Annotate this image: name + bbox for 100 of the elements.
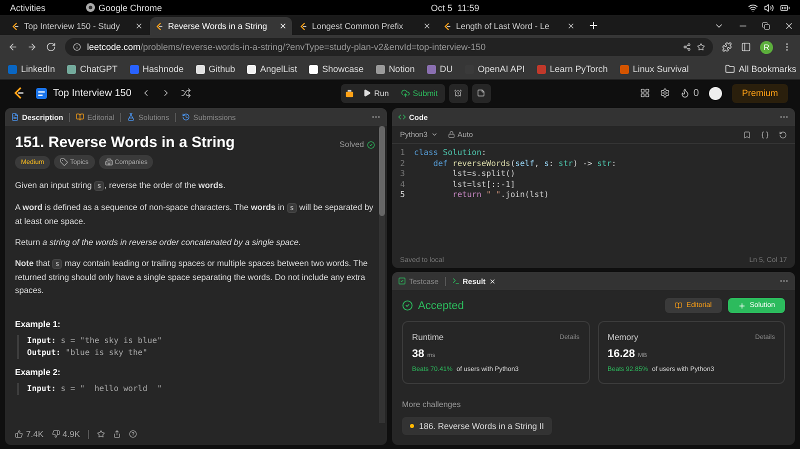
logo-icon (299, 22, 308, 30)
reset-icon[interactable] (779, 130, 787, 138)
thumbs-up-icon (15, 430, 23, 438)
book-icon (675, 302, 682, 309)
help-icon[interactable] (129, 430, 137, 438)
avatar-icon[interactable] (708, 86, 722, 100)
chevron-down-icon (430, 131, 438, 138)
all-bookmarks[interactable]: All Bookmarks (724, 64, 796, 74)
settings-icon[interactable] (660, 88, 670, 98)
problem-title: 151. Reverse Words in a String (15, 134, 235, 151)
address-field[interactable]: leetcode.com/problems/reverse-words-in-a-string/?envType=study-plan-v2&envId=top-interview-150 (65, 38, 713, 56)
problem-list-title[interactable]: Top Interview 150 (53, 88, 132, 98)
chrome-icon (86, 3, 95, 12)
browser-tab[interactable]: Reverse Words in a String (150, 17, 292, 35)
submit-button[interactable]: Submit (398, 84, 441, 102)
forward-icon[interactable] (27, 42, 37, 52)
play-icon (363, 89, 372, 97)
note-icon (477, 89, 486, 97)
example-line: Output: "blue is sky the" (27, 347, 148, 359)
timer-button[interactable] (448, 84, 468, 102)
streak-counter[interactable]: 0 (680, 88, 699, 98)
browser-tab[interactable]: Longest Common Prefix (294, 17, 436, 35)
lock-icon (448, 131, 455, 138)
history-icon (182, 113, 190, 121)
code-line: 1 class Solution: (399, 148, 488, 158)
info-icon[interactable] (73, 43, 81, 51)
bookmark-icon[interactable] (743, 130, 751, 138)
bookmark[interactable]: AngelList (247, 64, 298, 74)
example-title: Example 1: (15, 319, 62, 329)
bookmark[interactable]: Learn PyTorch (536, 64, 608, 74)
solved-status: Solved (340, 140, 375, 149)
dislike-button[interactable]: 4.9K (52, 429, 80, 439)
like-button[interactable]: 7.4K (15, 429, 44, 439)
challenge-link[interactable]: 186. Reverse Words in a String II (402, 417, 552, 435)
building-icon (104, 158, 113, 166)
restore-icon[interactable] (762, 22, 770, 30)
reload-icon[interactable] (46, 42, 56, 52)
close-icon[interactable] (135, 22, 143, 30)
code-line: 4 lst=lst[::-1] (399, 180, 516, 190)
list-icon (36, 88, 47, 98)
stat-value: 38 (412, 348, 424, 360)
run-button[interactable]: Run (360, 84, 392, 102)
browser-tab[interactable]: Top Interview 150 - Study (6, 17, 148, 35)
shuffle-icon[interactable] (181, 88, 192, 98)
result-status: Accepted (402, 300, 464, 312)
close-icon[interactable] (567, 22, 575, 30)
notes-button[interactable] (472, 84, 491, 102)
bookmark[interactable]: Github (196, 64, 236, 74)
layout-icon[interactable] (640, 88, 650, 98)
stat-title: Runtime (412, 332, 444, 342)
section-title: More challenges (402, 400, 462, 409)
tag-icon (60, 158, 68, 166)
code-icon (398, 113, 406, 121)
close-icon[interactable] (423, 22, 431, 30)
check-icon (367, 140, 375, 148)
bookmark[interactable]: Hashnode (130, 64, 184, 74)
flame-icon (680, 88, 690, 98)
dot-icon (410, 424, 414, 428)
paragraph: Return a string of the words in reverse order concatenated by a single space. (15, 236, 302, 249)
example-line: Input: s = " hello world " (27, 383, 163, 395)
wifi-icon (748, 2, 758, 12)
side-panel-icon[interactable] (741, 42, 751, 52)
checkbox-icon (398, 277, 406, 285)
back-icon[interactable] (8, 42, 18, 52)
code-line: 5 return " ".join(lst) (399, 190, 550, 200)
browser-tab[interactable]: Length of Last Word - Le (438, 17, 580, 35)
stat-title: Memory (608, 332, 638, 342)
share-icon[interactable] (683, 43, 691, 51)
app-name: Google Chrome (98, 2, 162, 12)
activities-button[interactable]: Activities (10, 2, 46, 12)
upload-icon (400, 88, 410, 98)
example-line: Input: s = "the sky is blue" (27, 335, 163, 347)
clock: Oct 5 11:59 (430, 2, 480, 12)
stat-value: 16.28 (608, 348, 636, 360)
flask-icon (127, 113, 136, 121)
star-icon[interactable] (97, 430, 105, 438)
extensions-icon[interactable] (722, 42, 732, 52)
check-icon (402, 300, 413, 311)
logo-icon (443, 22, 452, 30)
logo-icon (155, 22, 164, 30)
bookmark[interactable]: OpenAI API (464, 64, 525, 74)
bookmark[interactable]: Notion (376, 64, 415, 74)
close-icon[interactable] (784, 21, 794, 31)
logo-icon (11, 22, 20, 30)
new-tab-icon[interactable] (588, 20, 599, 31)
star-icon[interactable] (697, 43, 705, 51)
share-icon[interactable] (113, 430, 121, 438)
logo-icon[interactable] (12, 86, 26, 100)
document-icon (11, 113, 19, 121)
code-line: 2 def reverseWords(self, s: str) -> str: (399, 158, 618, 169)
book-icon (76, 113, 84, 121)
bookmark[interactable]: LinkedIn (8, 64, 56, 74)
bookmark[interactable]: DU (426, 64, 453, 74)
bookmark[interactable]: ChatGPT (67, 64, 118, 74)
example-title: Example 2: (15, 367, 62, 377)
url-text: leetcode.com/problems/reverse-words-in-a-string/?envType=study-plan-v2&envId=top-interview-150 (87, 42, 486, 52)
premium-button[interactable]: Premium (732, 84, 788, 102)
bookmark[interactable]: Showcase (309, 64, 364, 74)
braces-icon[interactable] (761, 130, 769, 138)
bookmark[interactable]: Linux Survival (620, 64, 689, 74)
